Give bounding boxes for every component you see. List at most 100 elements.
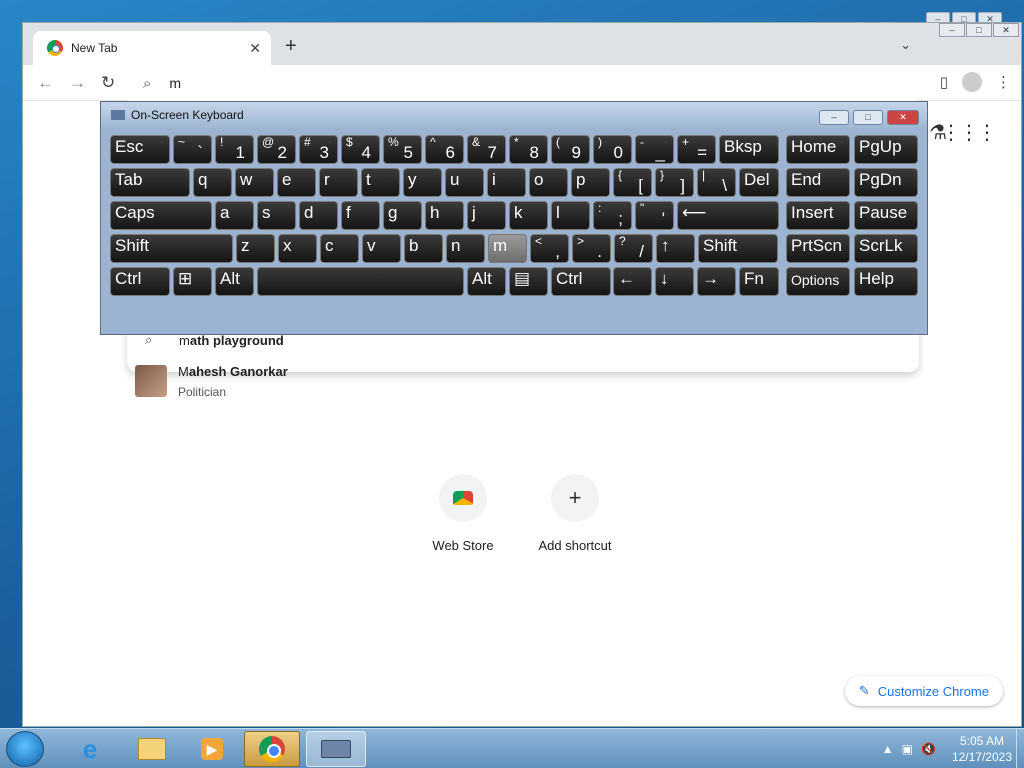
menu-kebab-icon[interactable]: ⋮ — [996, 73, 1011, 91]
osk-taskbar-icon[interactable] — [306, 731, 366, 767]
osk-key[interactable]: @2 — [257, 135, 296, 164]
tab-search-chevron-icon[interactable]: ⌄ — [900, 37, 911, 53]
osk-key[interactable]: {[ — [613, 168, 652, 197]
apps-grid-icon[interactable]: ⋮⋮⋮ — [941, 120, 997, 145]
osk-close-icon[interactable]: ✕ — [887, 110, 919, 125]
osk-key[interactable]: l — [551, 201, 590, 230]
osk-key[interactable]: PgUp — [854, 135, 918, 164]
address-input[interactable] — [169, 75, 770, 91]
osk-key[interactable]: ⟵ — [677, 201, 779, 230]
osk-key[interactable]: f — [341, 201, 380, 230]
osk-key[interactable]: e — [277, 168, 316, 197]
osk-key[interactable]: i — [487, 168, 526, 197]
osk-key[interactable]: Alt — [467, 267, 506, 296]
osk-key[interactable]: ^ 6 — [425, 135, 464, 164]
show-hidden-icons-arrow[interactable]: ▲ — [882, 742, 894, 756]
maximize-icon[interactable]: □ — [966, 23, 992, 37]
start-button[interactable] — [6, 731, 44, 767]
osk-key[interactable]: ) 0 — [593, 135, 632, 164]
profile-avatar-icon[interactable] — [962, 72, 982, 92]
osk-key[interactable]: $4 — [341, 135, 380, 164]
osk-key[interactable]: → — [697, 267, 736, 296]
osk-key[interactable]: k — [509, 201, 548, 230]
osk-key[interactable]: p — [571, 168, 610, 197]
osk-key[interactable]: Home — [786, 135, 850, 164]
osk-key[interactable]: g — [383, 201, 422, 230]
osk-key[interactable]: u — [445, 168, 484, 197]
media-player-icon[interactable]: ▶ — [184, 731, 240, 767]
osk-key[interactable]: ~ ` — [173, 135, 212, 164]
osk-key[interactable]: >. — [572, 234, 611, 263]
osk-key[interactable]: :; — [593, 201, 632, 230]
osk-key[interactable]: Del — [739, 168, 779, 197]
osk-key[interactable]: m — [488, 234, 527, 263]
volume-muted-icon[interactable]: 🔇 — [921, 742, 936, 756]
osk-key[interactable]: n — [446, 234, 485, 263]
osk-key[interactable]: % 5 — [383, 135, 422, 164]
osk-key[interactable]: d — [299, 201, 338, 230]
customize-chrome-button[interactable]: ✎ Customize Chrome — [844, 676, 1003, 706]
osk-key[interactable]: w — [235, 168, 274, 197]
osk-key[interactable]: a — [215, 201, 254, 230]
osk-key[interactable]: c — [320, 234, 359, 263]
osk-key[interactable]: s — [257, 201, 296, 230]
osk-key[interactable]: End — [786, 168, 850, 197]
internet-explorer-icon[interactable]: e — [62, 731, 118, 767]
osk-key[interactable]: " ' — [635, 201, 674, 230]
omnibox[interactable]: ⌕ — [127, 65, 917, 101]
osk-key[interactable]: * 8 — [509, 135, 548, 164]
osk-key[interactable]: (9 — [551, 135, 590, 164]
forward-arrow-icon[interactable]: → — [69, 73, 86, 93]
osk-maximize-icon[interactable]: □ — [853, 110, 883, 125]
close-icon[interactable]: ✕ — [993, 23, 1019, 37]
osk-key[interactable]: x — [278, 234, 317, 263]
tab-close-icon[interactable]: ✕ — [249, 40, 261, 57]
osk-key[interactable]: o — [529, 168, 568, 197]
osk-key[interactable]: ↑ — [656, 234, 695, 263]
osk-key[interactable]: Ctrl — [110, 267, 170, 296]
osk-key[interactable]: Shift — [110, 234, 233, 263]
osk-key[interactable]: b — [404, 234, 443, 263]
osk-key[interactable]: Alt — [215, 267, 254, 296]
osk-key[interactable]: + = — [677, 135, 716, 164]
osk-key[interactable]: r — [319, 168, 358, 197]
osk-key[interactable]: ScrLk — [854, 234, 918, 263]
tab-new-tab[interactable]: New Tab ✕ — [33, 31, 271, 65]
osk-key[interactable]: ← — [613, 267, 652, 296]
osk-key[interactable]: }] — [655, 168, 694, 197]
osk-key[interactable]: Shift — [698, 234, 778, 263]
osk-key[interactable]: t — [361, 168, 400, 197]
osk-key[interactable]: y — [403, 168, 442, 197]
osk-key[interactable]: Options — [786, 267, 850, 296]
back-arrow-icon[interactable]: ← — [37, 73, 54, 93]
reload-icon[interactable]: ↻ — [101, 73, 115, 93]
file-explorer-icon[interactable] — [124, 731, 180, 767]
new-tab-plus-icon[interactable]: + — [285, 35, 297, 58]
osk-key[interactable]: ⊞ — [173, 267, 212, 296]
clock[interactable]: 5:05 AM 12/17/2023 — [952, 733, 1012, 765]
side-panel-icon[interactable]: ▯ — [940, 73, 948, 91]
osk-key-space[interactable] — [257, 267, 464, 296]
shortcut-add[interactable]: + Add shortcut — [539, 474, 612, 553]
shortcut-web-store[interactable]: Web Store — [431, 474, 495, 553]
osk-key[interactable]: Insert — [786, 201, 850, 230]
osk-key[interactable]: Esc — [110, 135, 170, 164]
chrome-taskbar-icon[interactable] — [244, 731, 300, 767]
osk-key[interactable]: v — [362, 234, 401, 263]
osk-key[interactable]: ↓ — [655, 267, 694, 296]
show-desktop-button[interactable] — [1016, 729, 1024, 768]
osk-key[interactable]: <, — [530, 234, 569, 263]
suggestion-item-entity[interactable]: Mahesh Ganorkar Politician — [127, 358, 919, 404]
osk-key[interactable]: h — [425, 201, 464, 230]
osk-key[interactable]: Tab — [110, 168, 190, 197]
osk-key[interactable]: & 7 — [467, 135, 506, 164]
osk-minimize-icon[interactable]: – — [819, 110, 849, 125]
osk-key[interactable]: PrtScn — [786, 234, 850, 263]
osk-key[interactable]: ? / — [614, 234, 653, 263]
osk-key[interactable]: Ctrl — [551, 267, 611, 296]
osk-key[interactable]: Fn — [739, 267, 779, 296]
osk-key[interactable]: Pause — [854, 201, 918, 230]
osk-key[interactable]: Bksp — [719, 135, 779, 164]
osk-key[interactable]: #3 — [299, 135, 338, 164]
osk-titlebar[interactable]: On-Screen Keyboard — [101, 102, 927, 128]
